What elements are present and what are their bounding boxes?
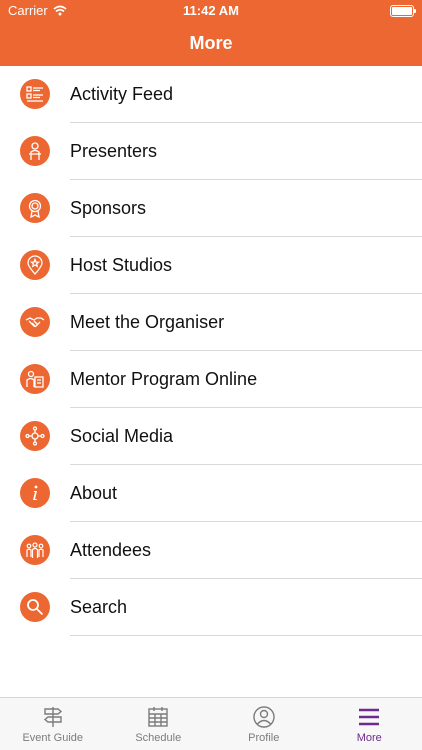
menu-item-label: Search — [70, 597, 128, 617]
menu-item-activity-feed[interactable]: Activity Feed — [0, 66, 422, 123]
menu-item-label: Meet the Organiser — [70, 312, 225, 332]
menu-item-host-studios[interactable]: Host Studios — [0, 237, 422, 294]
tab-more[interactable]: More — [317, 698, 422, 750]
search-icon — [20, 592, 50, 622]
menu-item-label: About — [70, 483, 118, 503]
header-bar: Carrier 11:42 AM More — [0, 0, 422, 66]
menu-item-label: Mentor Program Online — [70, 369, 258, 389]
menu-icon — [359, 708, 380, 726]
menu-item-attendees[interactable]: Attendees — [0, 522, 422, 579]
menu-item-label: Host Studios — [70, 255, 173, 275]
presenter-icon — [20, 136, 50, 166]
tab-profile[interactable]: Profile — [211, 698, 317, 750]
menu-item-label: Sponsors — [70, 198, 147, 218]
profile-icon — [253, 706, 275, 728]
award-ribbon-icon — [20, 193, 50, 223]
tab-schedule[interactable]: Schedule — [106, 698, 212, 750]
tab-label: More — [356, 732, 382, 744]
network-icon — [20, 421, 50, 451]
menu-item-sponsors[interactable]: Sponsors — [0, 180, 422, 237]
location-star-icon — [20, 250, 50, 280]
info-icon — [20, 478, 50, 508]
menu-item-social-media[interactable]: Social Media — [0, 408, 422, 465]
tab-bar: Event Guide Schedule Profile More — [0, 697, 422, 750]
people-group-icon — [20, 535, 50, 565]
tab-label: Event Guide — [22, 732, 84, 744]
status-time: 11:42 AM — [183, 3, 239, 18]
menu-item-meet-the-organiser[interactable]: Meet the Organiser — [0, 294, 422, 351]
menu-item-mentor-program-online[interactable]: Mentor Program Online — [0, 351, 422, 408]
calendar-icon — [148, 707, 168, 727]
handshake-icon — [20, 307, 50, 337]
menu-item-label: Activity Feed — [70, 84, 174, 104]
page-title: More — [189, 33, 233, 53]
menu-item-presenters[interactable]: Presenters — [0, 123, 422, 180]
tab-label: Profile — [248, 732, 280, 744]
battery-icon — [390, 5, 416, 17]
menu-item-search[interactable]: Search — [0, 579, 422, 636]
activity-feed-icon — [20, 79, 50, 109]
menu-item-about[interactable]: About — [0, 465, 422, 522]
tab-label: Schedule — [135, 732, 182, 744]
mentor-icon — [20, 364, 50, 394]
menu-item-label: Presenters — [70, 141, 158, 161]
menu-item-label: Attendees — [70, 540, 152, 560]
tab-event-guide[interactable]: Event Guide — [0, 698, 106, 750]
menu-item-label: Social Media — [70, 426, 174, 446]
more-menu-list: Activity Feed Presenters Sponsors Host S… — [0, 66, 422, 636]
signpost-icon — [43, 707, 62, 727]
status-bar: Carrier 11:42 AM — [0, 0, 422, 22]
